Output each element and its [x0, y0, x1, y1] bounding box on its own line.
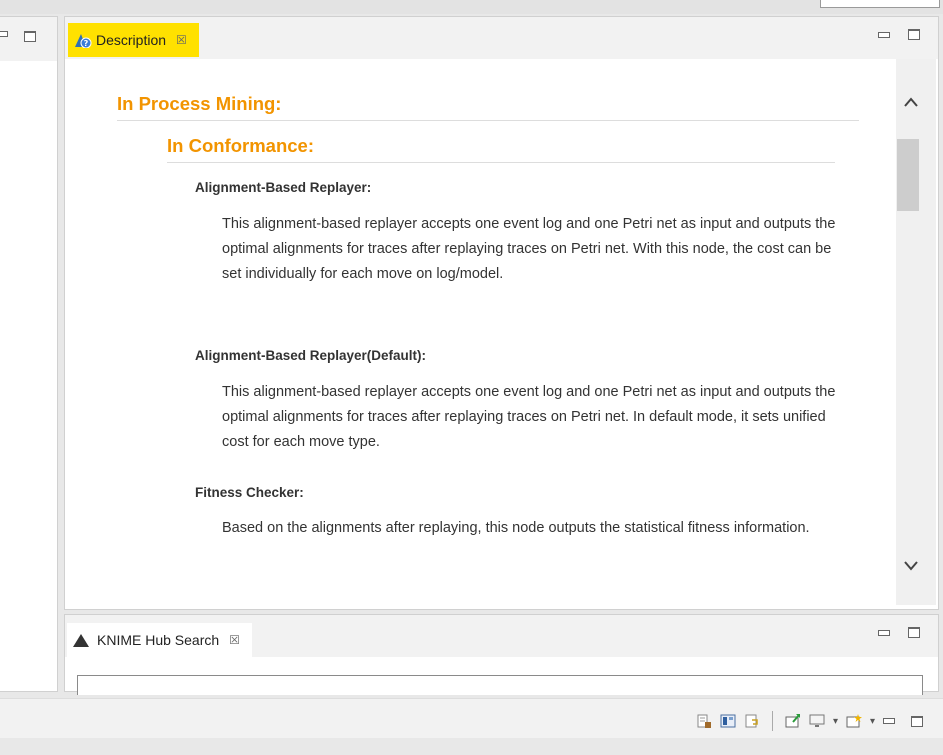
- bottom-toolbar: ▾ ▾: [0, 698, 943, 738]
- tab-description-close-icon[interactable]: ☒: [176, 33, 187, 47]
- description-tabbar: ? Description ☒: [65, 17, 938, 59]
- description-view-controls: [878, 29, 920, 40]
- heading-conformance: In Conformance:: [167, 135, 835, 163]
- description-icon: ?: [74, 32, 92, 49]
- left-minimize-button[interactable]: [0, 31, 8, 37]
- display-console-icon[interactable]: [809, 713, 825, 729]
- description-content: In Process Mining: In Conformance: Align…: [65, 59, 896, 605]
- hub-maximize-button[interactable]: [908, 627, 920, 638]
- entry-definition: Based on the alignments after replaying,…: [222, 520, 810, 536]
- left-view-tabbar: [0, 17, 57, 61]
- scroll-down-arrow-icon[interactable]: [904, 555, 918, 576]
- hub-search-input[interactable]: [77, 675, 923, 695]
- tab-knime-hub-search[interactable]: KNIME Hub Search ☒: [67, 623, 252, 657]
- heading-process-mining: In Process Mining:: [117, 93, 859, 121]
- word-wrap-icon[interactable]: [744, 713, 760, 729]
- description-minimize-button[interactable]: [878, 31, 890, 38]
- pin-console-icon[interactable]: [785, 713, 801, 729]
- tab-description-label: Description: [96, 32, 167, 48]
- left-maximize-button[interactable]: [24, 31, 36, 42]
- toolbar-separator: [771, 711, 773, 731]
- tab-hub-close-icon[interactable]: ☒: [229, 633, 240, 647]
- entry-term: Fitness Checker:: [195, 485, 304, 500]
- description-scrollbar[interactable]: [896, 59, 936, 605]
- hub-search-view: KNIME Hub Search ☒: [64, 614, 939, 695]
- bottom-toolbar-icons: ▾ ▾: [696, 711, 923, 731]
- scroll-lock-icon[interactable]: [720, 713, 736, 729]
- entry-term: Alignment-Based Replayer:: [195, 180, 372, 195]
- description-view: ? Description ☒ In Process Mining: In Co…: [64, 16, 939, 610]
- tab-description[interactable]: ? Description ☒: [68, 23, 199, 57]
- hub-view-controls: [878, 627, 920, 638]
- scroll-up-arrow-icon[interactable]: [904, 91, 918, 112]
- svg-text:?: ?: [84, 39, 89, 48]
- top-search-field[interactable]: [820, 0, 940, 8]
- description-maximize-button[interactable]: [908, 29, 920, 40]
- scroll-thumb[interactable]: [897, 139, 919, 211]
- knime-hub-icon: [73, 633, 89, 647]
- entry-term: Alignment-Based Replayer(Default):: [195, 348, 427, 363]
- console-maximize-button[interactable]: [911, 715, 923, 727]
- clear-console-icon[interactable]: [696, 713, 712, 729]
- hub-minimize-button[interactable]: [878, 629, 890, 636]
- top-strip: [0, 0, 943, 14]
- entry-definition: This alignment-based replayer accepts on…: [222, 384, 836, 450]
- hub-search-tabbar: KNIME Hub Search ☒: [65, 615, 938, 657]
- console-minimize-button[interactable]: [883, 718, 895, 724]
- entry-definition: This alignment-based replayer accepts on…: [222, 216, 836, 282]
- tab-knime-hub-search-label: KNIME Hub Search: [97, 632, 220, 648]
- display-console-dropdown-icon[interactable]: ▾: [833, 716, 838, 727]
- open-console-dropdown-icon[interactable]: ▾: [870, 716, 875, 727]
- left-view-panel: [0, 16, 58, 692]
- open-console-icon[interactable]: [846, 713, 862, 729]
